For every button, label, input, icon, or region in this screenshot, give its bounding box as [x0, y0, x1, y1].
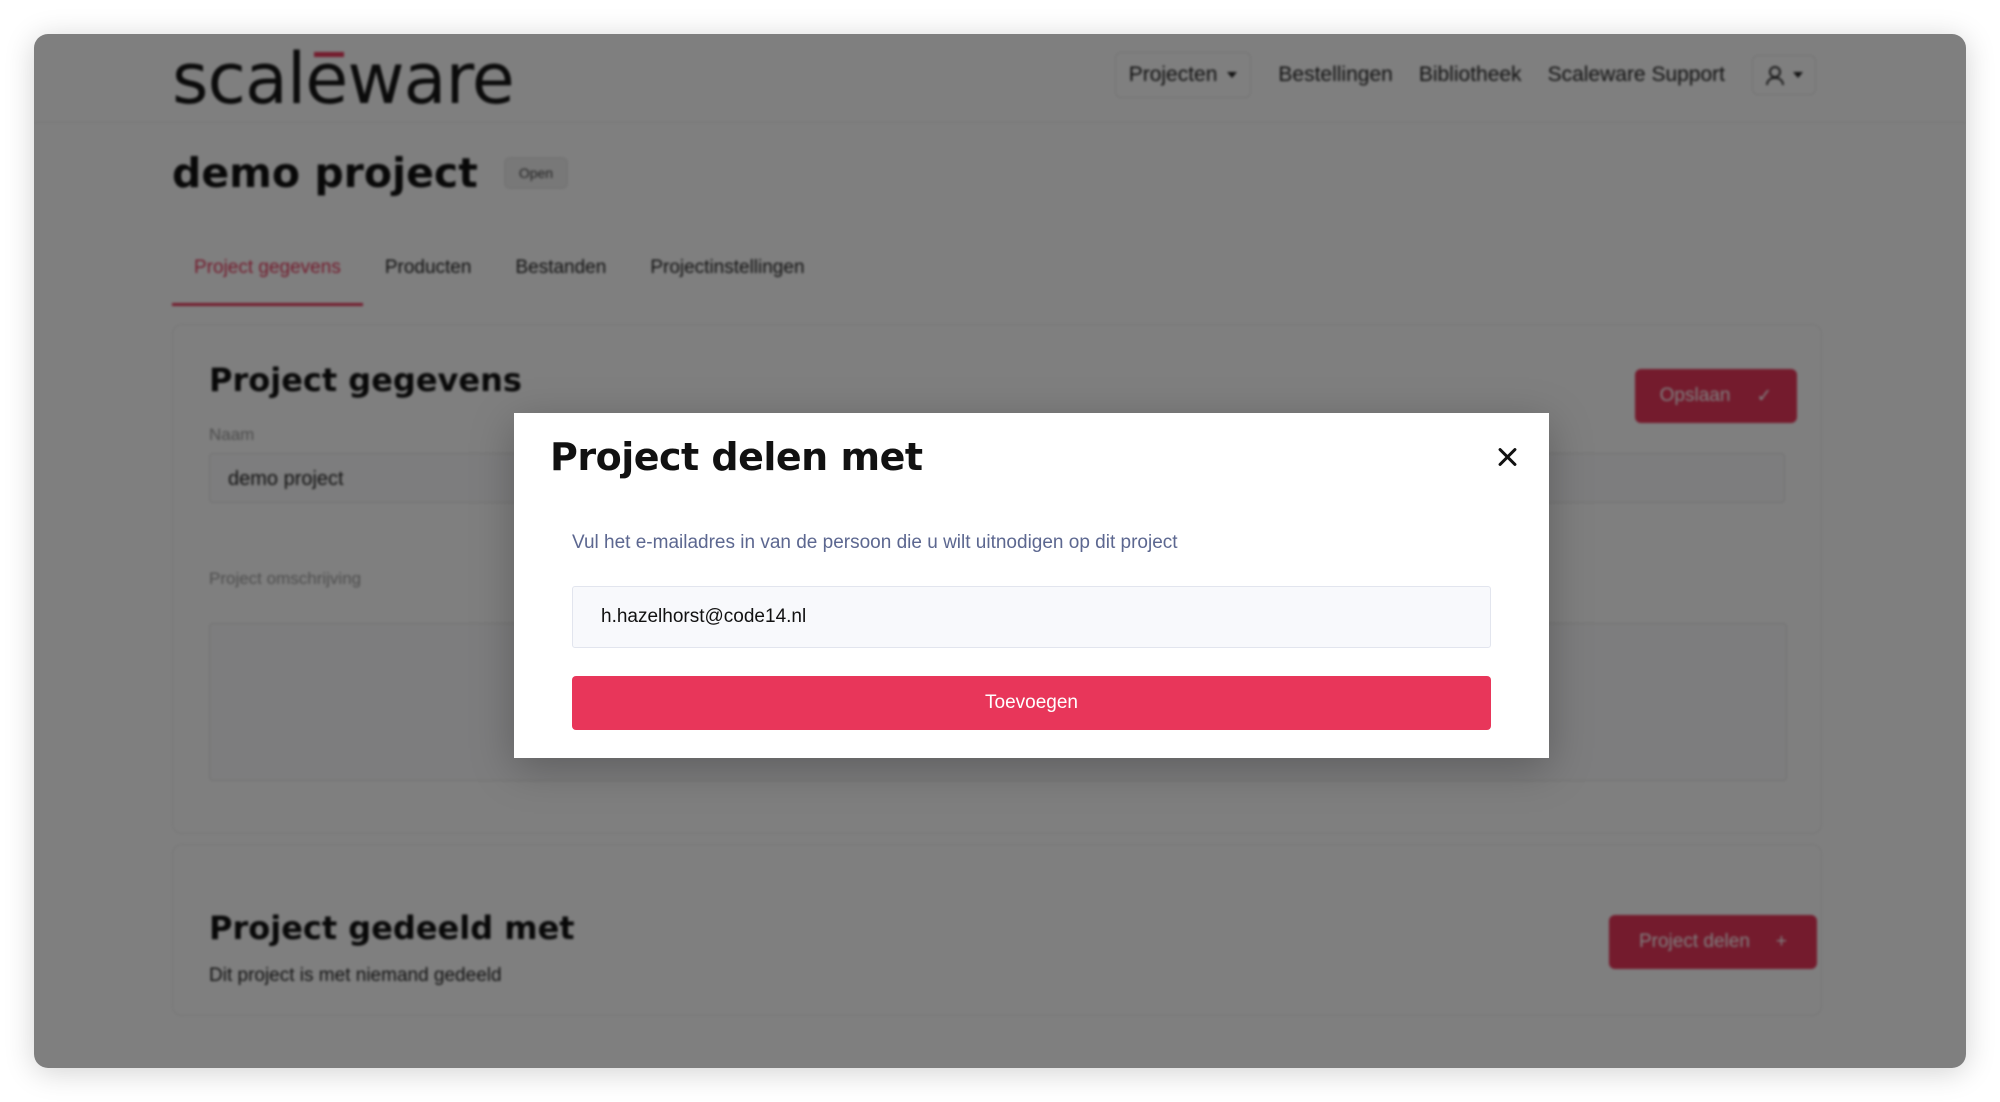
add-button[interactable]: Toevoegen	[572, 676, 1491, 730]
share-project-modal: Project delen met Vul het e-mailadres in…	[514, 413, 1549, 758]
email-input[interactable]	[572, 586, 1491, 648]
close-icon[interactable]	[1491, 441, 1523, 473]
app-window: scaleware Projecten Bestellingen Bibliot…	[34, 34, 1966, 1068]
modal-hint-text: Vul het e-mailadres in van de persoon di…	[572, 532, 1178, 553]
modal-title: Project delen met	[550, 435, 923, 479]
